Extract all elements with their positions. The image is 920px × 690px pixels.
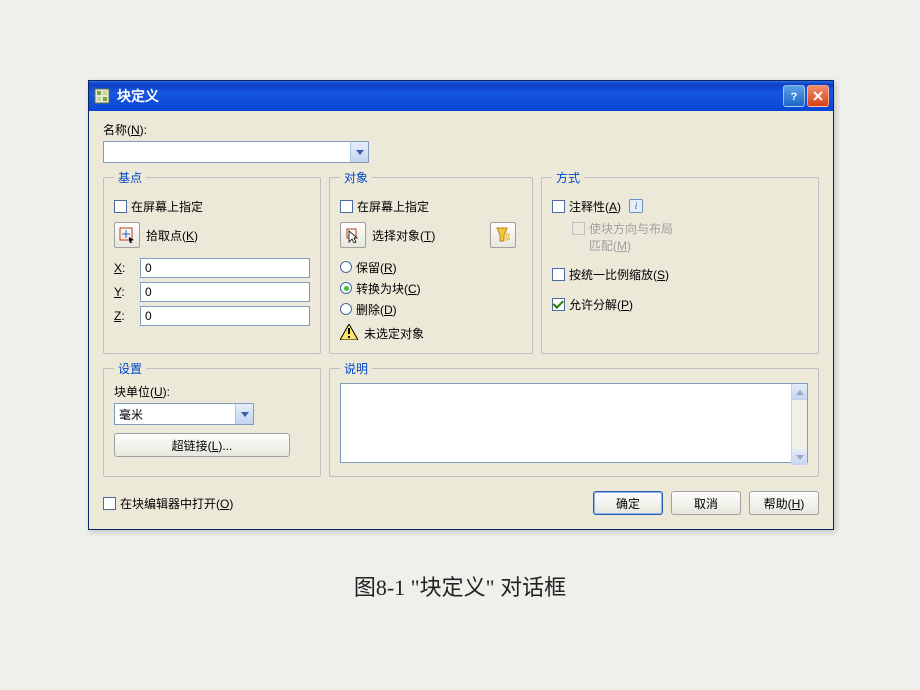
name-label: 名称(N): (103, 121, 819, 138)
behavior-group: 方式 注释性(A) i 使块方向与布局匹配(M) 按统一比例缩放(S) 允许分解… (541, 169, 819, 354)
x-input[interactable] (140, 258, 310, 278)
scale-uniform-label: 按统一比例缩放(S) (569, 266, 669, 283)
annotative-checkbox[interactable] (552, 200, 565, 213)
annotative-label: 注释性(A) (569, 198, 621, 215)
basepoint-specify-onscreen-label: 在屏幕上指定 (131, 198, 203, 215)
block-unit-select[interactable] (114, 403, 254, 425)
scroll-down-icon[interactable] (792, 449, 807, 465)
select-objects-button[interactable] (340, 222, 366, 248)
hyperlink-button[interactable]: 超链接(L)... (114, 433, 290, 457)
select-objects-label: 选择对象(T) (372, 227, 435, 244)
convert-radio[interactable] (340, 282, 352, 294)
figure-caption: 图8-1 "块定义" 对话框 (0, 570, 920, 602)
dialog-body: 名称(N): 基点 在屏幕上指定 (89, 111, 833, 529)
objects-specify-onscreen-checkbox[interactable] (340, 200, 353, 213)
delete-label: 删除(D) (356, 301, 397, 318)
cancel-label: 取消 (694, 495, 718, 512)
titlebar[interactable]: 块定义 ? (89, 81, 833, 111)
basepoint-legend: 基点 (114, 169, 146, 186)
objects-group: 对象 在屏幕上指定 选择对象(T) (329, 169, 533, 354)
scale-uniform-checkbox[interactable] (552, 268, 565, 281)
x-label: X: (114, 261, 140, 275)
window-title: 块定义 (117, 86, 781, 106)
objects-specify-onscreen-label: 在屏幕上指定 (357, 198, 429, 215)
match-orientation-label: 使块方向与布局匹配(M) (589, 220, 673, 254)
no-objects-label: 未选定对象 (364, 325, 424, 342)
app-icon (93, 87, 111, 105)
description-legend: 说明 (340, 360, 372, 377)
basepoint-specify-onscreen-checkbox[interactable] (114, 200, 127, 213)
y-input[interactable] (140, 282, 310, 302)
block-definition-dialog: 块定义 ? 名称(N): 基点 (88, 80, 834, 530)
z-input[interactable] (140, 306, 310, 326)
ok-button[interactable]: 确定 (593, 491, 663, 515)
hyperlink-label: 超链接(L)... (172, 437, 233, 454)
help-titlebar-button[interactable]: ? (783, 85, 805, 107)
pick-point-label: 拾取点(K) (146, 227, 198, 244)
info-icon[interactable]: i (629, 199, 643, 213)
scroll-up-icon[interactable] (792, 384, 807, 400)
close-button[interactable] (807, 85, 829, 107)
svg-text:?: ? (791, 91, 798, 102)
basepoint-group: 基点 在屏幕上指定 拾取点(K) (103, 169, 321, 354)
help-label: 帮助(H) (764, 495, 805, 512)
block-unit-label: 块单位(U): (114, 383, 310, 400)
behavior-legend: 方式 (552, 169, 584, 186)
y-label: Y: (114, 285, 140, 299)
name-dropdown-button[interactable] (350, 142, 368, 162)
settings-group: 设置 块单位(U): 超链接(L)... (103, 360, 321, 477)
name-input[interactable] (103, 141, 369, 163)
ok-label: 确定 (616, 495, 640, 512)
pick-point-button[interactable] (114, 222, 140, 248)
allow-explode-label: 允许分解(P) (569, 296, 633, 313)
help-button[interactable]: 帮助(H) (749, 491, 819, 515)
match-orientation-checkbox (572, 222, 585, 235)
block-unit-dropdown-button[interactable] (235, 404, 253, 424)
retain-radio[interactable] (340, 261, 352, 273)
open-in-editor-checkbox[interactable] (103, 497, 116, 510)
warning-icon (340, 324, 358, 343)
z-label: Z: (114, 309, 140, 323)
retain-label: 保留(R) (356, 259, 397, 276)
cancel-button[interactable]: 取消 (671, 491, 741, 515)
quick-select-button[interactable] (490, 222, 516, 248)
description-textarea[interactable] (340, 383, 808, 463)
open-in-editor-label: 在块编辑器中打开(O) (120, 495, 233, 512)
allow-explode-checkbox[interactable] (552, 298, 565, 311)
delete-radio[interactable] (340, 303, 352, 315)
convert-label: 转换为块(C) (356, 280, 421, 297)
objects-legend: 对象 (340, 169, 372, 186)
scrollbar[interactable] (791, 384, 807, 465)
settings-legend: 设置 (114, 360, 146, 377)
description-group: 说明 (329, 360, 819, 477)
